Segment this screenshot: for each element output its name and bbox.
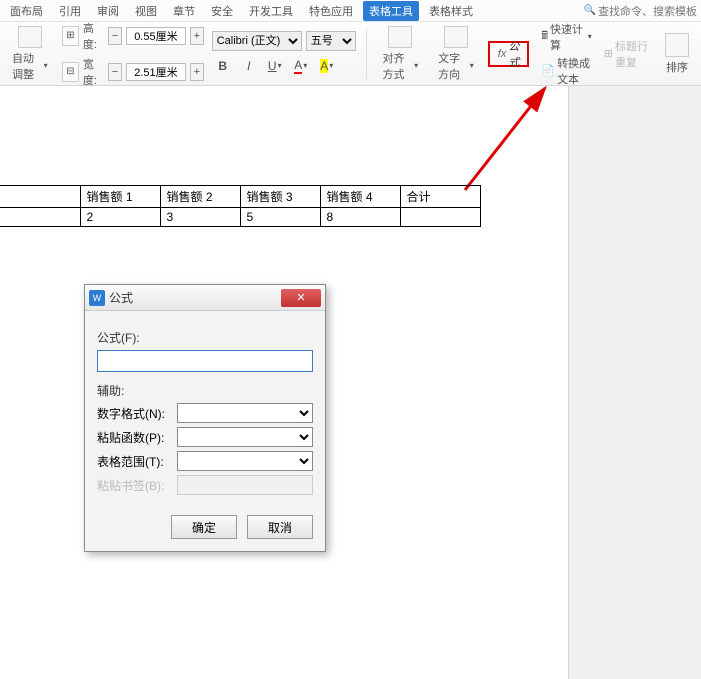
col-spacer: [0, 208, 80, 227]
convert-icon: 📄: [541, 64, 555, 77]
quick-calc-label: 快速计算: [550, 21, 586, 53]
text-direction-button[interactable]: 文字方向: [432, 26, 480, 82]
table-range-select[interactable]: [177, 451, 313, 471]
tab-tabletools[interactable]: 表格工具: [363, 1, 419, 21]
sort-button[interactable]: 排序: [659, 26, 695, 82]
col-spacer: [0, 186, 80, 208]
table-header[interactable]: 合计: [400, 186, 480, 208]
dialog-titlebar[interactable]: W 公式 ✕: [85, 285, 325, 311]
table-header[interactable]: 销售额 1: [80, 186, 160, 208]
paste-bookmark-label: 粘贴书签(B):: [97, 477, 171, 494]
formula-field-label: 公式(F):: [97, 329, 313, 346]
quick-calc-button[interactable]: 🖩快速计算▾: [541, 21, 591, 53]
tab-pagelayout[interactable]: 面布局: [4, 1, 49, 21]
table-cell[interactable]: 8: [320, 208, 400, 227]
formula-button[interactable]: fx 公式: [488, 41, 530, 67]
app-logo-icon: W: [89, 290, 105, 306]
table-cell[interactable]: 2: [80, 208, 160, 227]
autofit-button[interactable]: 自动调整: [6, 26, 54, 82]
formula-dialog: W 公式 ✕ 公式(F): 辅助: 数字格式(N): 粘贴函数(P): 表格范围…: [84, 284, 326, 552]
convert-label: 转换成文本: [557, 55, 592, 87]
tab-devtools[interactable]: 开发工具: [243, 1, 299, 21]
font-color-button[interactable]: A: [290, 55, 312, 77]
formula-input[interactable]: [97, 350, 313, 372]
tab-security[interactable]: 安全: [205, 1, 239, 21]
paste-function-select[interactable]: [177, 427, 313, 447]
fx-icon: fx: [498, 48, 507, 60]
width-input[interactable]: [126, 63, 186, 81]
table-cell[interactable]: [400, 208, 480, 227]
formula-label: 公式: [508, 38, 519, 70]
repeat-label: 标题行重复: [615, 38, 651, 70]
col-width-icon: ⊟: [62, 62, 79, 82]
font-group: Calibri (正文) 五号 B I U A A: [212, 31, 356, 77]
tab-chapter[interactable]: 章节: [167, 1, 201, 21]
repeat-icon: ⊞: [604, 47, 613, 60]
dialog-title: 公式: [109, 289, 133, 306]
close-button[interactable]: ✕: [281, 289, 321, 307]
table-header[interactable]: 销售额 4: [320, 186, 400, 208]
table-header[interactable]: 销售额 2: [160, 186, 240, 208]
table-header-row: 销售额 1 销售额 2 销售额 3 销售额 4 合计: [0, 186, 480, 208]
width-minus[interactable]: −: [108, 63, 122, 81]
text-direction-label: 文字方向: [438, 50, 474, 82]
italic-button[interactable]: I: [238, 55, 260, 77]
cancel-button[interactable]: 取消: [247, 515, 313, 539]
tab-view[interactable]: 视图: [129, 1, 163, 21]
font-size-select[interactable]: 五号: [306, 31, 356, 51]
height-minus[interactable]: −: [108, 27, 122, 45]
tab-special[interactable]: 特色应用: [303, 1, 359, 21]
sort-icon: [665, 33, 689, 57]
underline-button[interactable]: U: [264, 55, 286, 77]
ok-button[interactable]: 确定: [171, 515, 237, 539]
align-button[interactable]: 对齐方式: [376, 26, 424, 82]
width-plus[interactable]: +: [190, 63, 204, 81]
ribbon: 自动调整 ⊞ 高度: − + ⊟ 宽度: − + Calibri (正文) 五号…: [0, 22, 701, 86]
table-cell[interactable]: 3: [160, 208, 240, 227]
height-label: 高度:: [83, 20, 104, 52]
document-area: 销售额 1 销售额 2 销售额 3 销售额 4 合计 2 3 5 8: [0, 185, 481, 227]
paste-function-label: 粘贴函数(P):: [97, 429, 171, 446]
highlight-button[interactable]: A: [316, 55, 338, 77]
table-cell[interactable]: 5: [240, 208, 320, 227]
table-header[interactable]: 销售额 3: [240, 186, 320, 208]
bold-button[interactable]: B: [212, 55, 234, 77]
number-format-label: 数字格式(N):: [97, 405, 171, 422]
align-icon: [388, 26, 412, 48]
size-group: ⊞ 高度: − + ⊟ 宽度: − +: [62, 20, 204, 88]
convert-to-text-button[interactable]: 📄转换成文本: [541, 55, 591, 87]
calc-icon: 🖩: [541, 27, 548, 46]
search-commands[interactable]: 查找命令、搜索模板: [584, 3, 697, 19]
number-format-select[interactable]: [177, 403, 313, 423]
sort-label: 排序: [666, 59, 688, 75]
font-family-select[interactable]: Calibri (正文): [212, 31, 302, 51]
height-plus[interactable]: +: [190, 27, 204, 45]
paste-bookmark-select: [177, 475, 313, 495]
title-row-repeat-button: ⊞标题行重复: [604, 38, 651, 70]
divider: [366, 29, 367, 79]
right-side-panel: [568, 86, 701, 679]
assist-label: 辅助:: [97, 382, 313, 399]
tab-review[interactable]: 审阅: [91, 1, 125, 21]
text-direction-icon: [444, 26, 468, 48]
tab-references[interactable]: 引用: [53, 1, 87, 21]
align-label: 对齐方式: [382, 50, 418, 82]
autofit-icon: [18, 26, 42, 48]
tab-tablestyle[interactable]: 表格样式: [423, 1, 479, 21]
table-row: 2 3 5 8: [0, 208, 480, 227]
width-label: 宽度:: [83, 56, 104, 88]
row-height-icon: ⊞: [62, 26, 79, 46]
autofit-label: 自动调整: [12, 50, 48, 82]
table-range-label: 表格范围(T):: [97, 453, 171, 470]
annotation-arrow: [455, 80, 565, 200]
height-input[interactable]: [126, 27, 186, 45]
data-table[interactable]: 销售额 1 销售额 2 销售额 3 销售额 4 合计 2 3 5 8: [0, 185, 481, 227]
